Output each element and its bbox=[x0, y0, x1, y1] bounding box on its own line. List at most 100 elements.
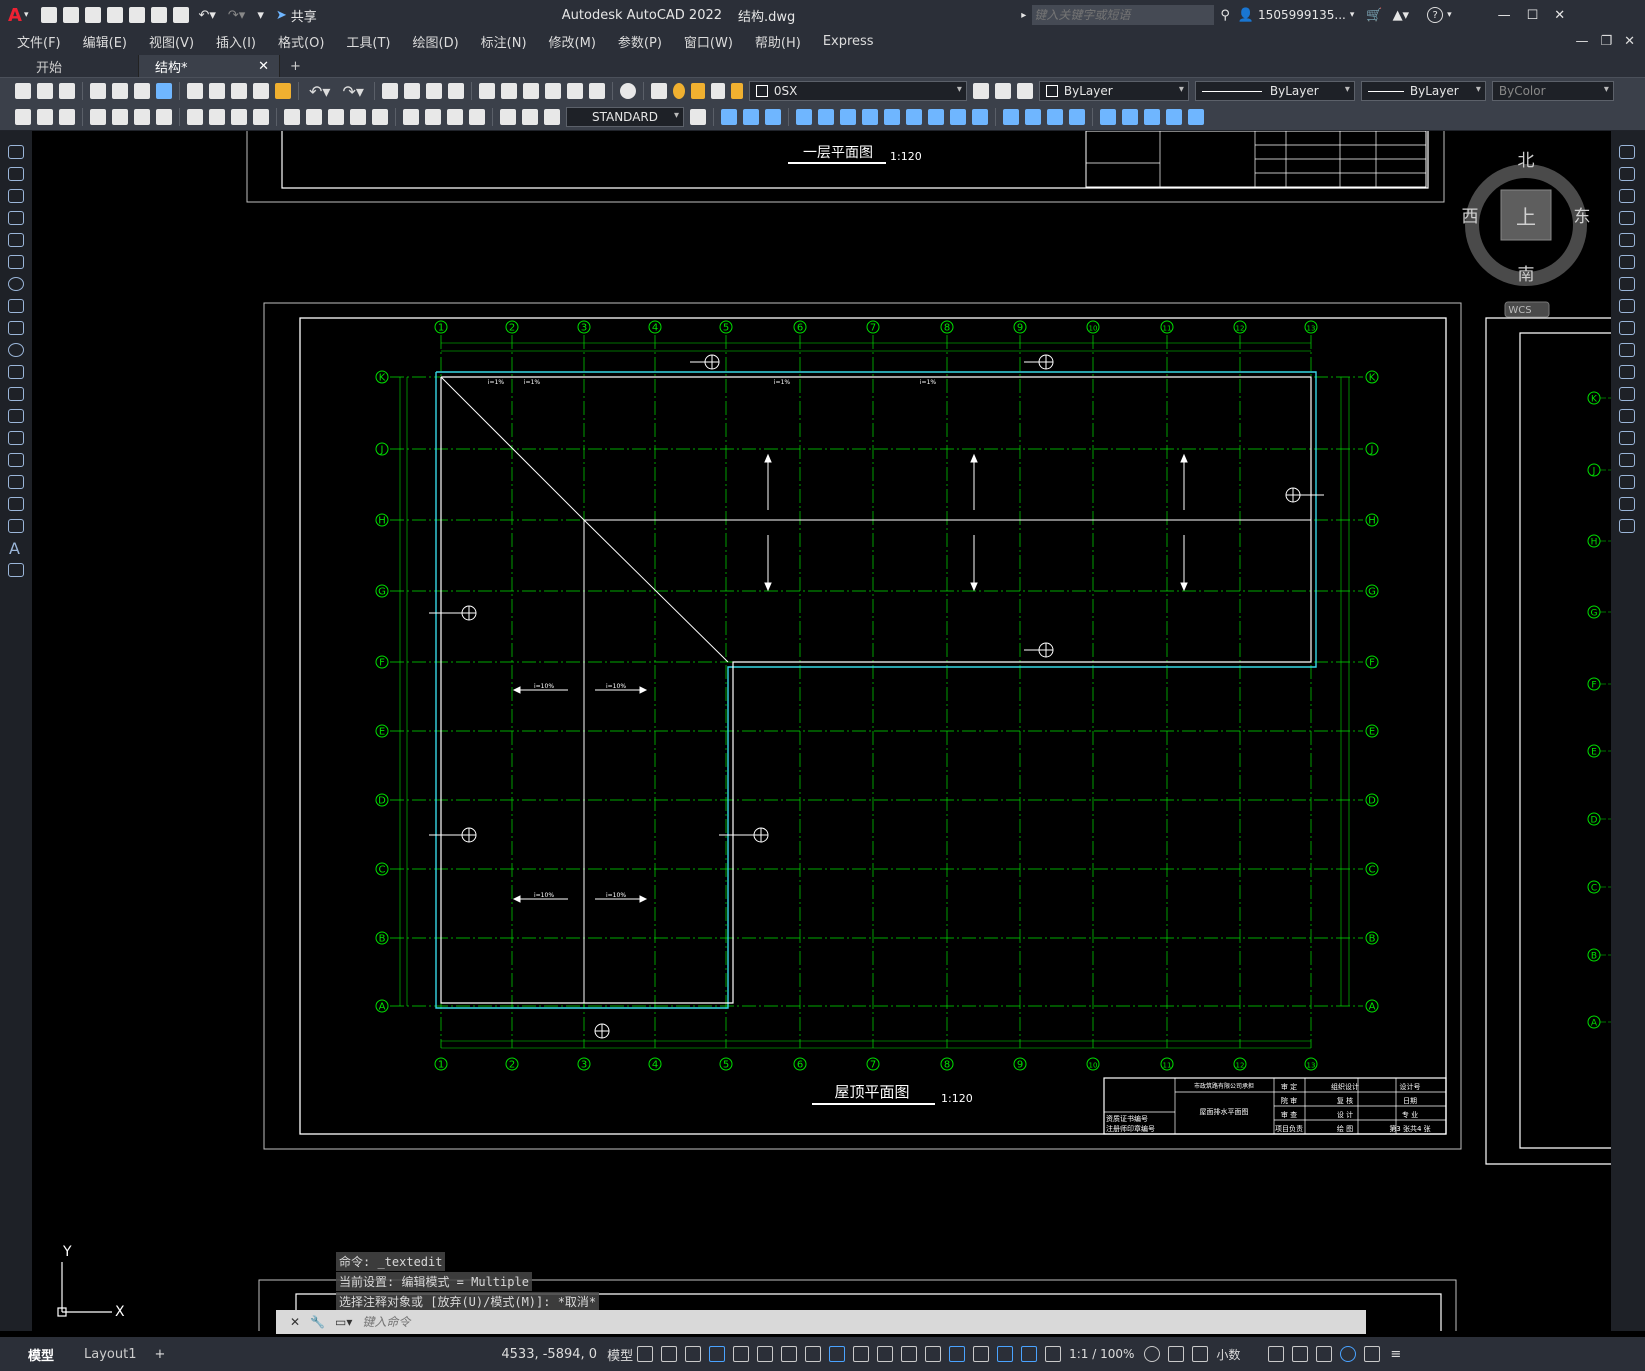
table-icon[interactable] bbox=[8, 519, 24, 533]
qdim-icon[interactable] bbox=[284, 109, 300, 125]
hatch-icon[interactable] bbox=[8, 453, 24, 467]
make-block-icon[interactable] bbox=[8, 409, 24, 423]
customize-qat-icon[interactable]: ▾ bbox=[257, 8, 264, 23]
sheet-set-icon[interactable] bbox=[544, 83, 561, 99]
3d-osnap-icon[interactable] bbox=[925, 1346, 942, 1362]
blend-curves-icon[interactable] bbox=[1619, 497, 1635, 511]
circle-icon[interactable] bbox=[8, 277, 24, 291]
sweep-icon[interactable] bbox=[928, 109, 944, 125]
command-customize-icon[interactable]: 🔧 bbox=[310, 1315, 325, 1329]
maximize-button[interactable]: ☐ bbox=[1527, 8, 1539, 23]
extrude-icon[interactable] bbox=[796, 109, 812, 125]
toolbar-undo-icon[interactable]: ↶▾ bbox=[309, 82, 330, 101]
copy-icon[interactable] bbox=[209, 83, 225, 99]
color-dropdown[interactable]: ByLayer ▾ bbox=[1038, 81, 1189, 101]
dim-baseline-icon[interactable] bbox=[306, 109, 322, 125]
graphics-performance-icon[interactable] bbox=[1340, 1346, 1357, 1362]
recent-commands-icon[interactable]: ▭▾ bbox=[335, 1315, 352, 1329]
line-icon[interactable] bbox=[8, 145, 24, 159]
doc-minimize-button[interactable]: — bbox=[1575, 34, 1588, 49]
text-icon[interactable] bbox=[37, 109, 53, 125]
app-menu-arrow-icon[interactable]: ▾ bbox=[24, 10, 29, 20]
redo-icon[interactable]: ↷▾ bbox=[228, 8, 245, 23]
3d-dwf-icon[interactable] bbox=[156, 83, 172, 99]
mirror-icon[interactable] bbox=[1619, 189, 1635, 203]
snap-toggle-icon[interactable] bbox=[661, 1346, 678, 1362]
chamfer-icon[interactable] bbox=[1619, 453, 1635, 467]
ortho-toggle-icon[interactable] bbox=[709, 1346, 726, 1362]
plotstyle-dropdown[interactable]: ByColor ▾ bbox=[1491, 81, 1614, 101]
dim-space-icon[interactable] bbox=[350, 109, 366, 125]
drawing-canvas[interactable]: 一层平面图 1:120 KJHGFEDCBA 11223344556677889… bbox=[32, 131, 1611, 1331]
fillet-icon[interactable] bbox=[1619, 475, 1635, 489]
menu-edit[interactable]: 编辑(E) bbox=[83, 32, 127, 51]
annotation-scale[interactable]: 1:1 / 100% bbox=[1069, 1347, 1134, 1361]
menu-dimension[interactable]: 标注(N) bbox=[481, 32, 527, 51]
clean-screen-icon[interactable] bbox=[1364, 1346, 1381, 1362]
ucs-world-icon[interactable] bbox=[1122, 109, 1138, 125]
array-icon[interactable] bbox=[1619, 233, 1635, 247]
revision-cloud-icon[interactable] bbox=[8, 299, 24, 313]
menu-insert[interactable]: 插入(I) bbox=[216, 32, 256, 51]
layer-dropdown[interactable]: 0SX ▾ bbox=[748, 81, 967, 101]
dim-angular-icon[interactable] bbox=[253, 109, 269, 125]
ellipse-icon[interactable] bbox=[8, 343, 24, 357]
block-editor-icon[interactable] bbox=[275, 83, 291, 99]
search-input[interactable] bbox=[1032, 5, 1215, 25]
zoom-previous-icon[interactable] bbox=[447, 83, 464, 99]
properties-icon[interactable] bbox=[478, 83, 495, 99]
menu-file[interactable]: 文件(F) bbox=[17, 32, 61, 51]
object-snap-icon[interactable] bbox=[805, 1346, 822, 1362]
layout-tab-model[interactable]: 模型 bbox=[28, 1345, 54, 1364]
tab-start[interactable]: 开始 bbox=[8, 55, 139, 77]
intersect-icon[interactable] bbox=[884, 109, 900, 125]
point-icon[interactable] bbox=[8, 431, 24, 445]
selection-filter-icon[interactable] bbox=[973, 1346, 990, 1362]
ucs-icon[interactable] bbox=[1100, 109, 1116, 125]
save-icon[interactable] bbox=[85, 7, 102, 23]
gizmo-icon[interactable] bbox=[997, 1346, 1014, 1362]
layout-tab-layout1[interactable]: Layout1 bbox=[84, 1347, 136, 1362]
solid-cylinder-icon[interactable] bbox=[743, 109, 759, 125]
selection-cycling-icon[interactable] bbox=[901, 1346, 918, 1362]
share-button[interactable]: 共享 bbox=[291, 6, 317, 25]
viewcube-south-label[interactable]: 南 bbox=[1518, 265, 1535, 285]
object-snap-tracking-icon[interactable] bbox=[781, 1346, 798, 1362]
render-icon[interactable] bbox=[1025, 109, 1041, 125]
print-icon[interactable] bbox=[90, 83, 106, 99]
scale-icon[interactable] bbox=[1619, 299, 1635, 313]
cart-icon[interactable]: 🛒 bbox=[1366, 8, 1382, 23]
units-value[interactable]: 小数 bbox=[1216, 1346, 1240, 1363]
qnew-icon[interactable] bbox=[15, 83, 31, 99]
menu-window[interactable]: 窗口(W) bbox=[684, 32, 733, 51]
trim-icon[interactable] bbox=[1619, 343, 1635, 357]
presspull-icon[interactable] bbox=[818, 109, 834, 125]
menu-view[interactable]: 视图(V) bbox=[149, 32, 194, 51]
join-icon[interactable] bbox=[1619, 431, 1635, 445]
menu-modify[interactable]: 修改(M) bbox=[549, 32, 596, 51]
open-icon[interactable] bbox=[63, 7, 80, 23]
user-menu-arrow-icon[interactable]: ▾ bbox=[1350, 10, 1355, 20]
add-selected-icon[interactable] bbox=[8, 563, 24, 577]
layer-properties-icon[interactable] bbox=[650, 83, 667, 99]
minimize-button[interactable]: — bbox=[1498, 8, 1511, 23]
dim-break-icon[interactable] bbox=[372, 109, 388, 125]
toolbar-help-icon[interactable] bbox=[619, 83, 636, 99]
share-icon[interactable]: ➤ bbox=[276, 8, 287, 23]
viewcube-north-label[interactable]: 北 bbox=[1518, 151, 1535, 171]
slice-icon[interactable] bbox=[906, 109, 922, 125]
dim-jogged-icon[interactable] bbox=[209, 109, 225, 125]
menu-tools[interactable]: 工具(T) bbox=[346, 32, 390, 51]
jogged-linear-icon[interactable] bbox=[469, 109, 485, 125]
union-icon[interactable] bbox=[840, 109, 856, 125]
doc-restore-button[interactable]: ❐ bbox=[1600, 34, 1612, 49]
qsave-icon[interactable] bbox=[59, 83, 75, 99]
offset-icon[interactable] bbox=[1619, 211, 1635, 225]
lineweight-dropdown[interactable]: ByLayer ▾ bbox=[1360, 81, 1486, 101]
layer-states-icon[interactable] bbox=[1016, 83, 1033, 99]
menu-parametric[interactable]: 参数(P) bbox=[618, 32, 662, 51]
dim-radius-icon[interactable] bbox=[187, 109, 203, 125]
qleader-icon[interactable] bbox=[15, 109, 31, 125]
annotation-visibility-icon[interactable] bbox=[1021, 1346, 1038, 1362]
inspect-icon[interactable] bbox=[447, 109, 463, 125]
